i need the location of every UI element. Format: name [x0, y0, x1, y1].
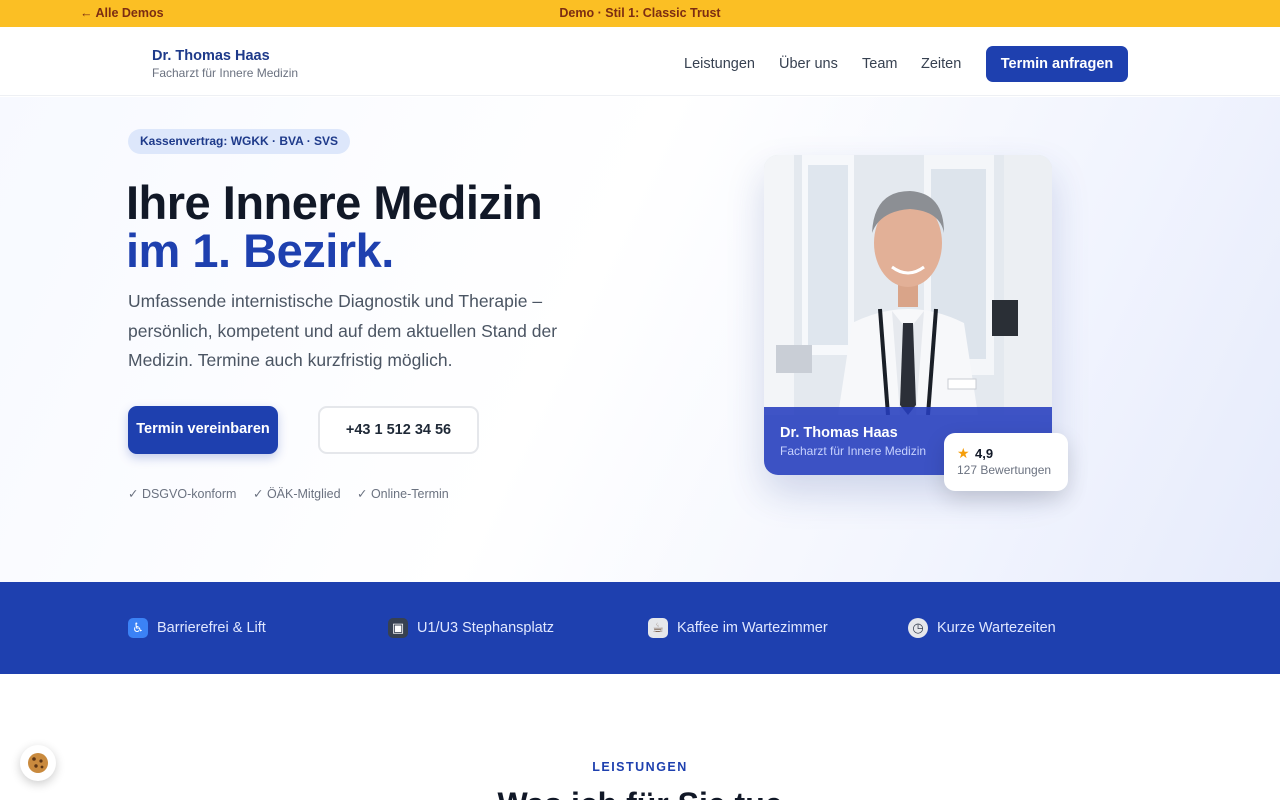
trust-item-dsgvo: ✓ DSGVO-konform	[128, 487, 237, 501]
request-appointment-button[interactable]: Termin anfragen	[986, 46, 1128, 82]
doctor-portrait-image	[764, 155, 1052, 415]
star-icon: ★	[957, 445, 970, 461]
wheelchair-icon: ♿	[128, 618, 148, 638]
insurance-badge: Kassenvertrag: WGKK · BVA · SVS	[128, 129, 351, 154]
cookie-icon	[28, 753, 48, 773]
brand-name[interactable]: Dr. Thomas Haas	[152, 48, 270, 64]
demo-style-label: Demo · Stil 1: Classic Trust	[559, 6, 721, 20]
trust-item-online: ✓ Online-Termin	[357, 487, 449, 501]
portrait-doctor-title: Facharzt für Innere Medizin	[780, 444, 927, 458]
nav-leistungen[interactable]: Leistungen	[684, 56, 755, 72]
coffee-icon: ☕	[648, 618, 668, 638]
hero-headline-line2: im 1. Bezirk.	[126, 224, 394, 277]
feature-label: U1/U3 Stephansplatz	[417, 620, 555, 636]
trust-item-oeaek: ✓ ÖÄK-Mitglied	[253, 487, 341, 501]
feature-metro: ▣ U1/U3 Stephansplatz	[388, 618, 554, 638]
services-title: Was ich für Sie tue	[0, 786, 1280, 800]
feature-label: Kurze Wartezeiten	[937, 620, 1056, 636]
metro-icon: ▣	[388, 618, 408, 638]
hero-headline-line1: Ihre Innere Medizin	[126, 176, 543, 229]
rating-count: 127 Bewertungen	[957, 463, 1052, 477]
features-band: ♿ Barrierefrei & Lift ▣ U1/U3 Stephanspl…	[0, 582, 1280, 674]
nav-team[interactable]: Team	[862, 56, 897, 72]
hero-section: Kassenvertrag: WGKK · BVA · SVS Ihre Inn…	[0, 97, 1280, 582]
hero-lead-text: Umfassende internistische Diagnostik und…	[128, 291, 558, 370]
stopwatch-icon: ◷	[908, 618, 928, 638]
feature-accessible: ♿ Barrierefrei & Lift	[128, 618, 266, 638]
site-header: Dr. Thomas Haas Facharzt für Innere Medi…	[0, 32, 1280, 96]
nav-zeiten[interactable]: Zeiten	[921, 56, 961, 72]
brand-subtitle: Facharzt für Innere Medizin	[152, 66, 299, 80]
cookie-settings-button[interactable]	[20, 745, 56, 781]
portrait-doctor-name: Dr. Thomas Haas	[780, 425, 898, 441]
nav-ueber-uns[interactable]: Über uns	[779, 56, 838, 72]
feature-coffee: ☕ Kaffee im Wartezimmer	[648, 618, 828, 638]
feature-label: Barrierefrei & Lift	[157, 620, 266, 636]
doctor-portrait-card: Dr. Thomas Haas Facharzt für Innere Medi…	[764, 155, 1052, 475]
rating-value: 4,9	[975, 446, 994, 461]
feature-label: Kaffee im Wartezimmer	[677, 620, 828, 636]
feature-short-wait: ◷ Kurze Wartezeiten	[908, 618, 1056, 638]
services-kicker: LEISTUNGEN	[592, 760, 688, 774]
rating-card: ★ 4,9 127 Bewertungen	[944, 433, 1068, 491]
phone-button[interactable]: +43 1 512 34 56	[318, 406, 479, 454]
book-appointment-button[interactable]: Termin vereinbaren	[128, 406, 278, 454]
demo-bar: ← Alle Demos Demo · Stil 1: Classic Trus…	[0, 0, 1280, 27]
